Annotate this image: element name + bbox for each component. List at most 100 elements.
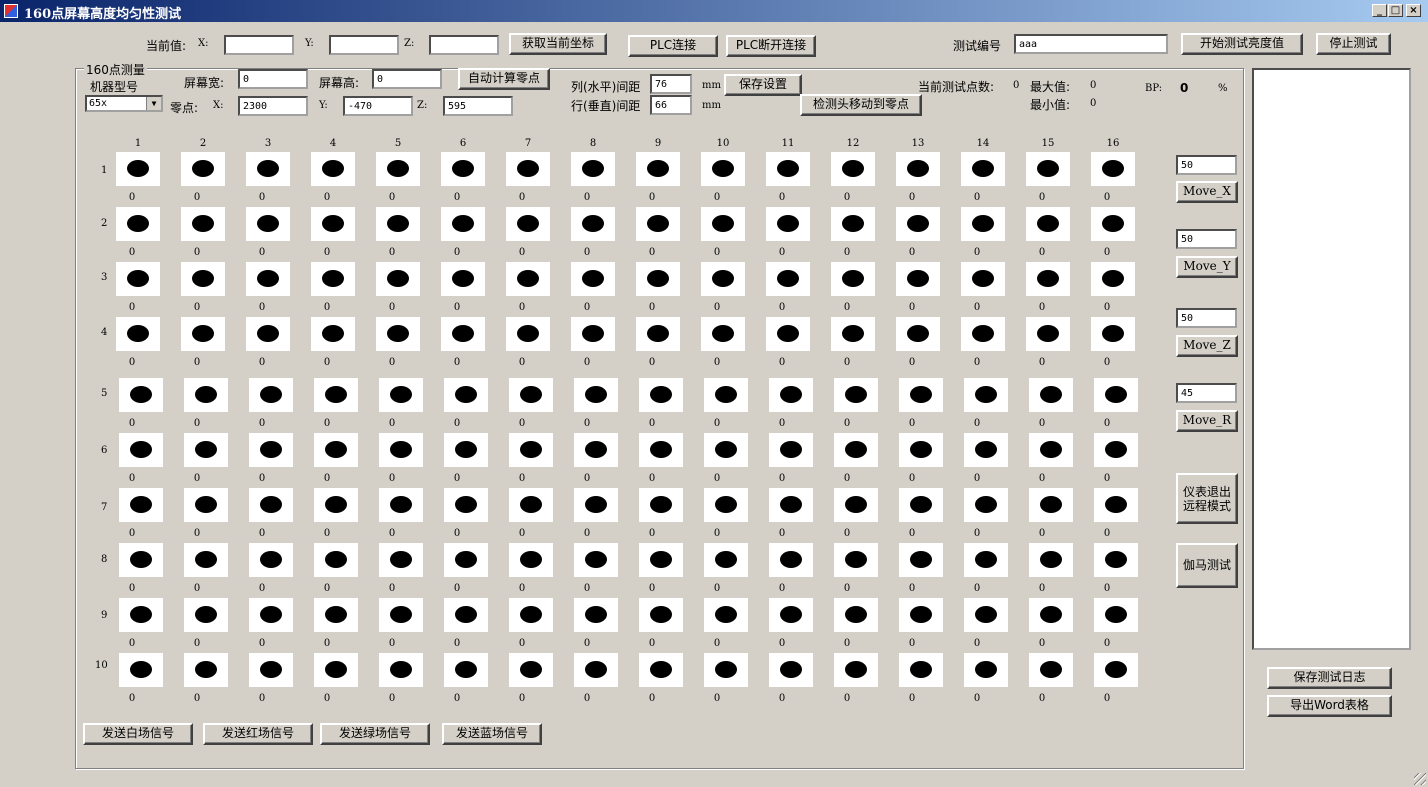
gamma-test-button[interactable]: 伽马测试 (1176, 543, 1238, 588)
move-to-zero-button[interactable]: 检测头移动到零点 (800, 94, 922, 116)
close-button[interactable]: × (1406, 4, 1421, 17)
measurement-point[interactable] (899, 543, 943, 577)
measurement-point[interactable] (961, 152, 1005, 186)
measurement-point[interactable] (246, 317, 290, 351)
measurement-point[interactable] (184, 653, 228, 687)
measurement-point[interactable] (314, 378, 358, 412)
measurement-point[interactable] (119, 653, 163, 687)
measurement-point[interactable] (441, 152, 485, 186)
measurement-point[interactable] (1094, 433, 1138, 467)
measurement-point[interactable] (311, 262, 355, 296)
measurement-point[interactable] (704, 378, 748, 412)
measurement-point[interactable] (766, 317, 810, 351)
measurement-point[interactable] (834, 598, 878, 632)
measurement-point[interactable] (181, 207, 225, 241)
measurement-point[interactable] (1091, 152, 1135, 186)
measurement-point[interactable] (1029, 433, 1073, 467)
measurement-point[interactable] (704, 433, 748, 467)
measurement-point[interactable] (1091, 207, 1135, 241)
measurement-point[interactable] (1029, 488, 1073, 522)
measurement-point[interactable] (119, 543, 163, 577)
measurement-point[interactable] (1094, 598, 1138, 632)
measurement-point[interactable] (509, 598, 553, 632)
measurement-point[interactable] (1029, 653, 1073, 687)
measurement-point[interactable] (444, 378, 488, 412)
measurement-point[interactable] (769, 378, 813, 412)
measurement-point[interactable] (899, 488, 943, 522)
measurement-point[interactable] (571, 262, 615, 296)
measurement-point[interactable] (509, 653, 553, 687)
measurement-point[interactable] (769, 653, 813, 687)
move-x-field[interactable] (1176, 155, 1237, 175)
measurement-point[interactable] (116, 262, 160, 296)
measurement-point[interactable] (506, 152, 550, 186)
measurement-point[interactable] (639, 433, 683, 467)
measurement-point[interactable] (181, 317, 225, 351)
measurement-point[interactable] (246, 207, 290, 241)
measurement-point[interactable] (704, 488, 748, 522)
measurement-point[interactable] (506, 262, 550, 296)
measurement-point[interactable] (574, 653, 618, 687)
measurement-point[interactable] (444, 433, 488, 467)
measurement-point[interactable] (899, 378, 943, 412)
measurement-point[interactable] (701, 317, 745, 351)
measurement-point[interactable] (184, 598, 228, 632)
measurement-point[interactable] (119, 488, 163, 522)
measurement-point[interactable] (116, 207, 160, 241)
send-blue-button[interactable]: 发送蓝场信号 (442, 723, 542, 745)
measurement-point[interactable] (379, 543, 423, 577)
measurement-point[interactable] (444, 598, 488, 632)
measurement-point[interactable] (899, 433, 943, 467)
log-list[interactable] (1252, 68, 1411, 650)
measurement-point[interactable] (1029, 543, 1073, 577)
measurement-point[interactable] (636, 207, 680, 241)
test-no-field[interactable] (1014, 34, 1168, 54)
measurement-point[interactable] (376, 152, 420, 186)
measurement-point[interactable] (961, 207, 1005, 241)
save-settings-button[interactable]: 保存设置 (724, 74, 802, 96)
measurement-point[interactable] (701, 262, 745, 296)
measurement-point[interactable] (896, 262, 940, 296)
plc-disconnect-button[interactable]: PLC断开连接 (726, 35, 816, 57)
measurement-point[interactable] (314, 488, 358, 522)
measurement-point[interactable] (964, 433, 1008, 467)
measurement-point[interactable] (1094, 378, 1138, 412)
measurement-point[interactable] (509, 488, 553, 522)
measurement-point[interactable] (311, 317, 355, 351)
measurement-point[interactable] (249, 488, 293, 522)
measurement-point[interactable] (119, 378, 163, 412)
measurement-point[interactable] (834, 653, 878, 687)
measurement-point[interactable] (834, 543, 878, 577)
measurement-point[interactable] (444, 543, 488, 577)
measurement-point[interactable] (964, 543, 1008, 577)
measurement-point[interactable] (314, 543, 358, 577)
measurement-point[interactable] (964, 488, 1008, 522)
measurement-point[interactable] (1094, 653, 1138, 687)
measurement-point[interactable] (1026, 152, 1070, 186)
measurement-point[interactable] (506, 317, 550, 351)
measurement-point[interactable] (184, 433, 228, 467)
measurement-point[interactable] (119, 598, 163, 632)
save-log-button[interactable]: 保存测试日志 (1267, 667, 1392, 689)
measurement-point[interactable] (899, 653, 943, 687)
measurement-point[interactable] (184, 488, 228, 522)
send-red-button[interactable]: 发送红场信号 (203, 723, 313, 745)
measurement-point[interactable] (116, 152, 160, 186)
measurement-point[interactable] (704, 598, 748, 632)
measurement-point[interactable] (314, 433, 358, 467)
screen-height-field[interactable] (372, 69, 442, 89)
resize-grip[interactable] (1414, 773, 1426, 785)
measurement-point[interactable] (249, 543, 293, 577)
measurement-point[interactable] (834, 433, 878, 467)
measurement-point[interactable] (116, 317, 160, 351)
auto-zero-button[interactable]: 自动计算零点 (458, 68, 550, 90)
move-y-button[interactable]: Move_Y (1176, 256, 1238, 278)
measurement-point[interactable] (766, 207, 810, 241)
measurement-point[interactable] (831, 207, 875, 241)
measurement-point[interactable] (379, 653, 423, 687)
measurement-point[interactable] (639, 543, 683, 577)
measurement-point[interactable] (769, 488, 813, 522)
measurement-point[interactable] (1091, 317, 1135, 351)
measurement-point[interactable] (1026, 317, 1070, 351)
exit-remote-button[interactable]: 仪表退出远程模式 (1176, 473, 1238, 524)
